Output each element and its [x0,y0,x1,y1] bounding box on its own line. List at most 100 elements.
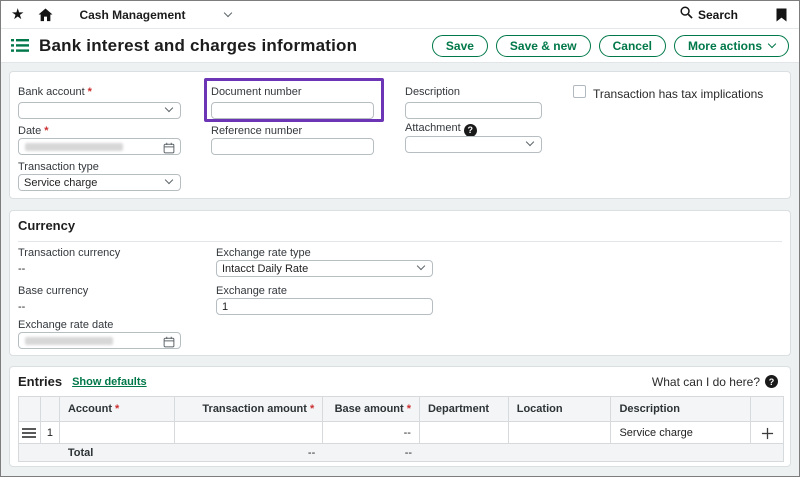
account-column-header: Account* [60,397,175,422]
top-navigation-bar: ★ Cash Management Search [1,1,799,29]
chevron-down-icon [165,176,173,184]
home-icon[interactable] [38,8,53,22]
chevron-down-icon [417,262,425,270]
base-currency-label: Base currency [18,285,88,297]
description-column-header: Description [611,397,751,422]
redacted-date-value [25,143,123,151]
header-fields-section: Bank account* Date* Transaction type Ser… [9,71,791,199]
exchange-rate-input[interactable] [216,298,433,315]
required-asterisk: * [407,403,411,415]
drag-handle-icon[interactable] [22,428,36,438]
transaction-amount-cell[interactable] [175,422,324,444]
tax-implications-label: Transaction has tax implications [593,87,763,101]
transaction-currency-label: Transaction currency [18,247,120,259]
required-asterisk: * [310,403,314,415]
entries-total-row: Total -- -- [19,444,783,462]
page-title: Bank interest and charges information [39,36,357,56]
record-list-icon[interactable] [11,39,29,52]
total-label: Total [60,444,175,461]
add-row-icon[interactable] [761,427,774,440]
description-input[interactable] [405,102,542,119]
reference-number-label: Reference number [211,125,302,137]
exchange-rate-field[interactable] [217,299,432,314]
entries-table-header-row: Account* Transaction amount* Base amount… [19,397,783,422]
reference-number-input[interactable] [211,138,374,155]
save-button[interactable]: Save [432,35,488,57]
total-base-amount: -- [323,444,420,461]
currency-section-header: Currency [18,217,782,242]
date-label: Date* [18,125,49,137]
entries-section-header: Entries Show defaults What can I do here… [18,374,778,389]
help-icon: ? [765,375,778,388]
exchange-rate-date-input[interactable] [18,332,181,349]
calendar-icon[interactable] [163,142,175,157]
redacted-date-value [25,337,113,345]
description-label: Description [405,86,460,98]
exchange-rate-type-select[interactable]: Intacct Daily Rate [216,260,433,277]
total-transaction-amount: -- [175,444,324,461]
add-row-cell [751,422,783,444]
global-search[interactable]: Search [680,6,738,24]
department-cell[interactable] [420,422,509,444]
required-asterisk: * [88,86,92,98]
required-asterisk: * [44,125,48,137]
required-asterisk: * [115,403,119,415]
tax-implications-checkbox[interactable] [573,85,586,98]
description-field[interactable] [406,103,541,118]
action-buttons: Save Save & new Cancel More actions [432,35,789,57]
location-cell[interactable] [509,422,612,444]
exchange-rate-type-label: Exchange rate type [216,247,311,259]
calendar-icon[interactable] [163,336,175,351]
base-currency-value: -- [18,301,25,313]
page-header: Bank interest and charges information Sa… [1,29,799,63]
add-row-column-header [751,397,783,422]
date-input[interactable] [18,138,181,155]
bank-account-label: Bank account* [18,86,92,98]
chevron-down-icon [224,9,232,17]
attachment-label: Attachment ? [405,122,477,137]
document-number-label: Document number [211,86,302,98]
chevron-down-icon [526,138,534,146]
exchange-rate-date-label: Exchange rate date [18,319,113,331]
base-amount-column-header: Base amount* [323,397,420,422]
bank-account-select[interactable] [18,102,181,119]
exchange-rate-label: Exchange rate [216,285,287,297]
entries-section-title: Entries [18,374,62,389]
entries-section: Entries Show defaults What can I do here… [9,366,791,467]
transaction-currency-value: -- [18,263,25,275]
module-selector-label: Cash Management [79,8,185,22]
cancel-button[interactable]: Cancel [599,35,666,57]
app-window: ★ Cash Management Search [0,0,800,477]
document-number-input[interactable] [211,102,374,119]
show-defaults-link[interactable]: Show defaults [72,376,147,388]
reference-number-field[interactable] [212,139,373,154]
row-number-cell: 1 [41,422,60,444]
location-column-header: Location [509,397,612,422]
chevron-down-icon [165,104,173,112]
drag-column-header [19,397,41,422]
transaction-type-select[interactable]: Service charge [18,174,181,191]
entries-table: Account* Transaction amount* Base amount… [18,396,784,462]
help-icon[interactable]: ? [464,124,477,137]
currency-section-title: Currency [18,218,75,233]
save-and-new-button[interactable]: Save & new [496,35,591,57]
currency-section: Currency Transaction currency -- Exchang… [9,210,791,356]
module-selector[interactable]: Cash Management [79,8,231,22]
transaction-type-label: Transaction type [18,161,99,173]
account-cell[interactable] [60,422,175,444]
search-label: Search [698,8,738,22]
base-amount-cell: -- [323,422,420,444]
favorites-star-icon[interactable]: ★ [11,7,24,22]
what-can-i-do-here-link[interactable]: What can I do here? ? [652,375,778,389]
row-number-column-header [41,397,60,422]
bookmark-icon[interactable] [776,8,787,22]
attachment-select[interactable] [405,136,542,153]
row-drag-cell [19,422,41,444]
chevron-down-icon [768,40,776,48]
more-actions-button[interactable]: More actions [674,35,789,57]
search-icon [680,6,693,24]
entry-row: 1 -- Service charge [19,422,783,444]
document-number-field[interactable] [212,103,373,118]
description-cell[interactable]: Service charge [611,422,751,444]
transaction-amount-column-header: Transaction amount* [175,397,324,422]
